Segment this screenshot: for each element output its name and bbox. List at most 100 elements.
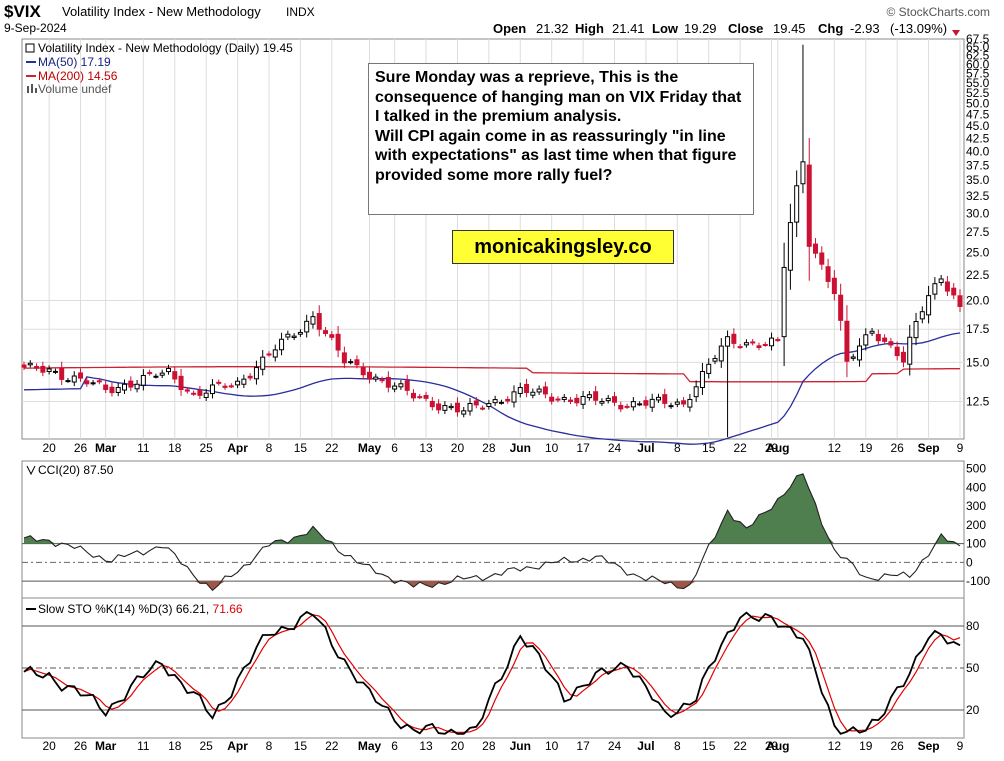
candle-body	[781, 266, 787, 338]
candle-body	[875, 333, 881, 342]
candle-body	[856, 345, 862, 361]
candle-body	[549, 396, 555, 402]
close-value: 19.45	[773, 21, 806, 36]
cci-icon	[26, 465, 36, 476]
candle-body	[555, 398, 561, 401]
candle-body	[385, 376, 391, 388]
cci-oversold-fill	[193, 581, 697, 591]
x-tick-label: 15	[702, 441, 716, 455]
open-label: Open	[493, 21, 526, 36]
candle-body	[191, 392, 197, 395]
chg-pct: (-13.09%)	[890, 21, 947, 36]
candle-body	[379, 379, 385, 382]
candle-body	[341, 352, 347, 364]
candle-body	[486, 403, 492, 407]
x-tick-label: 24	[608, 441, 622, 455]
candle-body	[932, 283, 938, 295]
price-y-tick: 42.5	[966, 131, 990, 145]
cci-y-tick: 300	[966, 499, 986, 513]
candle-body	[944, 281, 950, 292]
x-tick-label: 19	[859, 441, 873, 455]
candle-body	[542, 386, 548, 395]
x-tick-label: 12	[828, 739, 842, 753]
x-tick-label: 11	[137, 739, 150, 753]
candle-body	[71, 375, 77, 383]
candle-body	[706, 363, 712, 374]
candle-body	[40, 365, 46, 373]
ohlc-readout: Open 21.32 High 21.41 Low 19.29 Close 19…	[493, 21, 947, 36]
price-y-tick: 20.0	[966, 293, 990, 307]
high-value: 21.41	[612, 21, 645, 36]
candle-body	[90, 382, 96, 385]
candle-body	[417, 396, 423, 399]
x-tick-label: 20	[451, 739, 465, 753]
x-tick-label: 22	[325, 739, 339, 753]
x-tick-label: 6	[391, 441, 398, 455]
x-tick-label: Jun	[510, 739, 531, 753]
candle-body	[838, 294, 844, 321]
candle-body	[52, 370, 58, 373]
sto-y-tick: 50	[966, 661, 980, 675]
candle-body	[442, 405, 448, 411]
candle-body	[926, 295, 932, 316]
x-tick-label: 28	[482, 441, 496, 455]
price-y-tick: 22.5	[966, 268, 990, 282]
candle-body	[260, 356, 266, 370]
candle-body	[505, 398, 511, 402]
candle-body	[480, 407, 486, 410]
price-y-tick: 17.5	[966, 322, 990, 336]
candle-body	[59, 367, 65, 380]
price-y-tick: 25.0	[966, 246, 990, 260]
price-y-tick: 12.5	[966, 395, 990, 409]
moving-averages	[23, 332, 961, 445]
candle-body	[285, 333, 291, 338]
candle-body	[894, 346, 900, 357]
candle-body	[367, 371, 373, 380]
candle-body	[21, 364, 27, 368]
candle-body	[122, 383, 128, 391]
sto-y-tick: 20	[966, 703, 980, 717]
candle-body	[693, 386, 699, 398]
candle-body	[329, 334, 335, 338]
x-tick-label: 20	[42, 739, 56, 753]
x-tick-label: 17	[576, 441, 590, 455]
candle-body	[530, 391, 536, 396]
x-tick-label: 11	[137, 441, 150, 455]
x-tick-label: 12	[828, 441, 842, 455]
y-tick-labels: 12.5 15.0 17.5 20.0 22.5 25.0 27.5 30.0 32.5 35.0…	[966, 32, 990, 717]
candle-body	[907, 336, 913, 365]
candle-body	[291, 335, 297, 338]
candle-body	[951, 287, 957, 296]
x-tick-label: 26	[74, 441, 88, 455]
x-tick-label: 26	[891, 441, 905, 455]
candle-body	[153, 375, 159, 378]
cci-legend: CCI(20) 87.50	[26, 463, 114, 477]
x-tick-label: Aug	[766, 739, 789, 753]
x-tick-label: 20	[451, 441, 465, 455]
open-value: 21.32	[536, 21, 569, 36]
sto-series	[23, 610, 961, 735]
candle-body	[247, 375, 253, 379]
candle-body	[235, 380, 241, 386]
x-tick-label: Mar	[95, 441, 117, 455]
candle-body	[266, 353, 272, 356]
candle-body	[756, 345, 762, 348]
price-y-tick: 37.5	[966, 158, 990, 172]
candle-body	[806, 164, 812, 247]
x-tick-label: Sep	[918, 441, 940, 455]
candle-body	[630, 401, 636, 408]
candle-body	[423, 394, 429, 399]
candle-body	[209, 384, 215, 395]
candle-body	[938, 278, 944, 284]
candle-body	[46, 368, 52, 372]
candle-body	[762, 343, 768, 346]
candle-body	[674, 401, 680, 405]
x-tick-label: Jul	[637, 441, 654, 455]
cci-series	[23, 473, 961, 592]
source-label: © StockCharts.com	[886, 5, 990, 19]
x-tick-label: 22	[325, 441, 339, 455]
candle-body	[819, 252, 825, 265]
x-tick-label: Apr	[227, 441, 248, 455]
x-tick-labels: 20 20 26 26 Mar Mar 11 11 18 18 25 25 Apr Apr 8 8 15 15 22…	[42, 441, 963, 753]
candle-body	[611, 396, 617, 403]
